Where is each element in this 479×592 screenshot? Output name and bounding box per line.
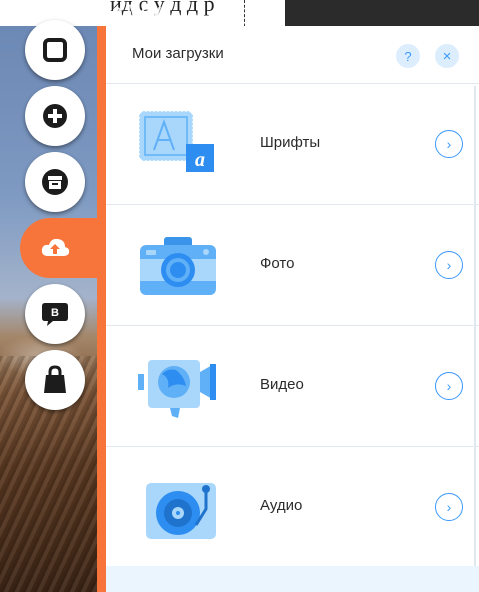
list-item-photos[interactable]: Фото › <box>106 205 479 326</box>
sidebar-item-background[interactable] <box>25 20 85 80</box>
sidebar-item-store[interactable] <box>25 350 85 410</box>
list-item-audio[interactable]: Аудио › <box>106 447 479 568</box>
blog-bubble-icon: B <box>42 303 68 326</box>
chevron-right-icon[interactable]: › <box>435 251 463 279</box>
panel-footer <box>106 566 479 592</box>
list-item-videos[interactable]: Видео › <box>106 326 479 447</box>
site-header-strip <box>285 0 479 26</box>
list-item-fonts[interactable]: a Шрифты › <box>106 84 479 205</box>
sidebar-item-blog[interactable]: B <box>25 284 85 344</box>
sidebar-rail <box>97 26 106 592</box>
top-strip: ид с у д д р On The Move <box>0 0 479 26</box>
help-button[interactable]: ? <box>396 44 420 68</box>
svg-text:a: a <box>195 149 205 171</box>
sidebar-item-app-market[interactable] <box>25 152 85 212</box>
list-item-label: Фото <box>260 255 295 272</box>
list-item-label: Видео <box>260 376 304 393</box>
site-label: On The Move <box>62 1 171 20</box>
square-icon <box>43 38 67 62</box>
panel-title: Мои загрузки <box>132 45 224 62</box>
list-item-label: Аудио <box>260 497 303 514</box>
panel-header: Мои загрузки ? × <box>106 26 479 84</box>
my-uploads-panel: Мои загрузки ? × a Шрифты › Фото › Видео… <box>106 26 479 592</box>
sidebar-item-my-uploads[interactable] <box>20 218 106 278</box>
editor-screen: ид с у д д р On The Move B Мои загрузки … <box>0 0 479 592</box>
upload-cloud-icon <box>41 238 70 256</box>
chevron-right-icon[interactable]: › <box>435 493 463 521</box>
chevron-right-icon[interactable]: › <box>435 130 463 158</box>
camera-icon <box>140 237 216 295</box>
shopping-bag-icon <box>44 365 66 393</box>
fonts-icon: a <box>139 111 214 172</box>
blog-glyph: B <box>51 307 59 319</box>
video-camera-icon <box>138 360 216 418</box>
list-item-label: Шрифты <box>260 134 321 151</box>
chevron-right-icon[interactable]: › <box>435 372 463 400</box>
plus-circle-icon <box>43 104 67 128</box>
record-player-icon <box>146 483 216 539</box>
close-button[interactable]: × <box>435 44 459 68</box>
sidebar-item-add[interactable] <box>25 86 85 146</box>
store-icon <box>42 169 68 195</box>
